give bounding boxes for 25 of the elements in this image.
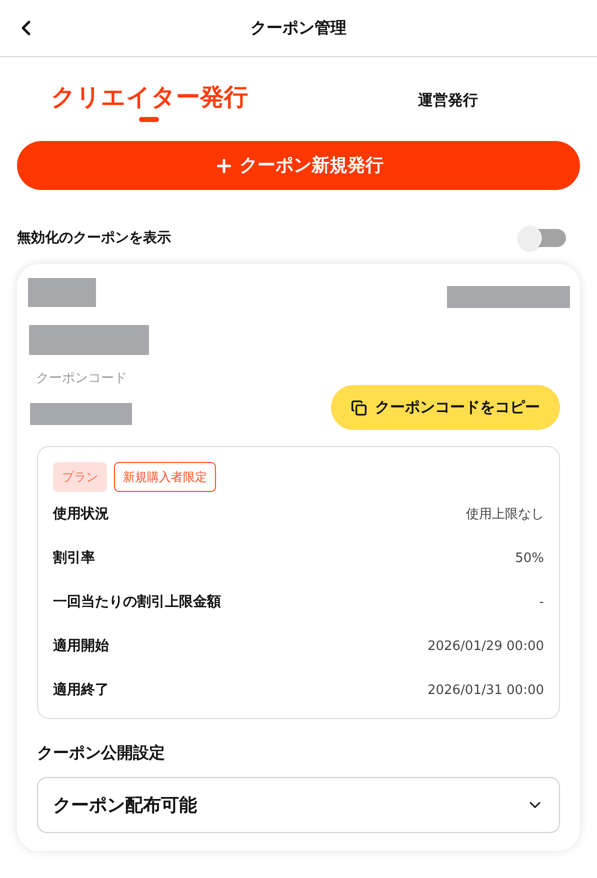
detail-label: 一回当たりの割引上限金額 <box>53 593 221 612</box>
tab-indicator <box>139 117 160 122</box>
detail-label: 使用状況 <box>53 505 109 524</box>
detail-value: - <box>539 594 544 612</box>
detail-label: 割引率 <box>53 548 95 568</box>
new-coupon-button[interactable]: クーポン新規発行 <box>17 141 580 190</box>
detail-value: 2026/01/29 00:00 <box>427 638 544 656</box>
detail-label: 適用終了 <box>53 680 109 700</box>
toggle-label: 無効化のクーポンを表示 <box>17 228 171 248</box>
page-title: クーポン管理 <box>250 17 346 39</box>
detail-value: 2026/01/31 00:00 <box>427 682 544 700</box>
tag: 新規購入者限定 <box>114 462 216 492</box>
redacted-block <box>28 278 96 307</box>
detail-value: 50% <box>515 550 544 568</box>
detail-label: 適用開始 <box>53 636 109 656</box>
copy-code-button[interactable]: クーポンコードをコピー <box>331 385 560 430</box>
toggle-switch[interactable] <box>520 229 566 247</box>
copy-icon <box>351 400 367 416</box>
detail-value: 使用上限なし <box>466 506 544 524</box>
tab[interactable]: 運営発行 <box>298 79 597 112</box>
section-title: クーポン公開設定 <box>37 742 166 764</box>
visibility-select[interactable]: クーポン配布可能 <box>37 777 560 833</box>
tag: プラン <box>53 462 107 492</box>
tab[interactable]: クリエイター発行 <box>0 79 298 122</box>
code-label: クーポンコード <box>36 370 128 388</box>
